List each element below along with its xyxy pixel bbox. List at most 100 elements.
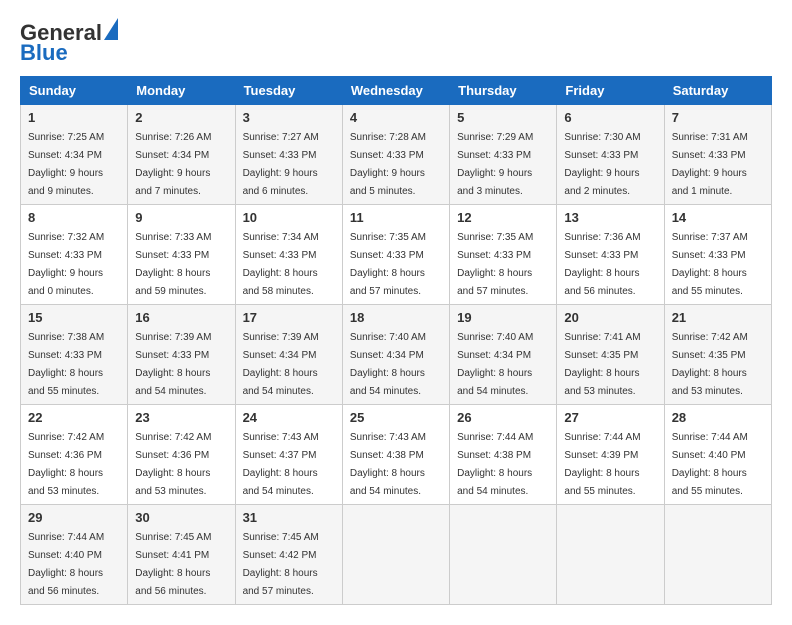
day-info: Sunrise: 7:44 AMSunset: 4:38 PMDaylight:… <box>457 432 533 497</box>
day-number: 22 <box>28 410 120 425</box>
calendar-cell: 5 Sunrise: 7:29 AMSunset: 4:33 PMDayligh… <box>450 105 557 205</box>
col-header-saturday: Saturday <box>664 77 771 105</box>
day-number: 6 <box>564 110 656 125</box>
day-number: 7 <box>672 110 764 125</box>
day-info: Sunrise: 7:42 AMSunset: 4:36 PMDaylight:… <box>135 432 211 497</box>
page-header: General Blue <box>20 20 772 66</box>
logo-blue: Blue <box>20 40 68 66</box>
calendar-cell <box>450 505 557 605</box>
day-number: 16 <box>135 310 227 325</box>
day-info: Sunrise: 7:35 AMSunset: 4:33 PMDaylight:… <box>350 232 426 297</box>
day-info: Sunrise: 7:41 AMSunset: 4:35 PMDaylight:… <box>564 332 640 397</box>
day-info: Sunrise: 7:25 AMSunset: 4:34 PMDaylight:… <box>28 132 104 197</box>
day-number: 17 <box>243 310 335 325</box>
calendar-cell: 15 Sunrise: 7:38 AMSunset: 4:33 PMDaylig… <box>21 305 128 405</box>
day-info: Sunrise: 7:39 AMSunset: 4:34 PMDaylight:… <box>243 332 319 397</box>
day-number: 24 <box>243 410 335 425</box>
col-header-sunday: Sunday <box>21 77 128 105</box>
calendar-cell: 12 Sunrise: 7:35 AMSunset: 4:33 PMDaylig… <box>450 205 557 305</box>
day-number: 4 <box>350 110 442 125</box>
col-header-wednesday: Wednesday <box>342 77 449 105</box>
day-number: 12 <box>457 210 549 225</box>
day-number: 30 <box>135 510 227 525</box>
day-number: 29 <box>28 510 120 525</box>
calendar-cell: 16 Sunrise: 7:39 AMSunset: 4:33 PMDaylig… <box>128 305 235 405</box>
calendar-cell: 24 Sunrise: 7:43 AMSunset: 4:37 PMDaylig… <box>235 405 342 505</box>
col-header-tuesday: Tuesday <box>235 77 342 105</box>
calendar-cell: 31 Sunrise: 7:45 AMSunset: 4:42 PMDaylig… <box>235 505 342 605</box>
day-info: Sunrise: 7:29 AMSunset: 4:33 PMDaylight:… <box>457 132 533 197</box>
calendar-cell: 4 Sunrise: 7:28 AMSunset: 4:33 PMDayligh… <box>342 105 449 205</box>
day-number: 26 <box>457 410 549 425</box>
calendar-cell: 14 Sunrise: 7:37 AMSunset: 4:33 PMDaylig… <box>664 205 771 305</box>
day-info: Sunrise: 7:34 AMSunset: 4:33 PMDaylight:… <box>243 232 319 297</box>
calendar-cell <box>664 505 771 605</box>
day-info: Sunrise: 7:39 AMSunset: 4:33 PMDaylight:… <box>135 332 211 397</box>
day-info: Sunrise: 7:44 AMSunset: 4:39 PMDaylight:… <box>564 432 640 497</box>
day-info: Sunrise: 7:28 AMSunset: 4:33 PMDaylight:… <box>350 132 426 197</box>
calendar-cell: 18 Sunrise: 7:40 AMSunset: 4:34 PMDaylig… <box>342 305 449 405</box>
calendar-cell: 19 Sunrise: 7:40 AMSunset: 4:34 PMDaylig… <box>450 305 557 405</box>
calendar-cell: 2 Sunrise: 7:26 AMSunset: 4:34 PMDayligh… <box>128 105 235 205</box>
calendar-cell: 23 Sunrise: 7:42 AMSunset: 4:36 PMDaylig… <box>128 405 235 505</box>
day-info: Sunrise: 7:43 AMSunset: 4:38 PMDaylight:… <box>350 432 426 497</box>
day-number: 21 <box>672 310 764 325</box>
day-info: Sunrise: 7:42 AMSunset: 4:36 PMDaylight:… <box>28 432 104 497</box>
day-info: Sunrise: 7:26 AMSunset: 4:34 PMDaylight:… <box>135 132 211 197</box>
calendar-cell: 8 Sunrise: 7:32 AMSunset: 4:33 PMDayligh… <box>21 205 128 305</box>
day-number: 20 <box>564 310 656 325</box>
logo: General Blue <box>20 20 118 66</box>
day-info: Sunrise: 7:38 AMSunset: 4:33 PMDaylight:… <box>28 332 104 397</box>
calendar-cell: 3 Sunrise: 7:27 AMSunset: 4:33 PMDayligh… <box>235 105 342 205</box>
calendar-cell <box>342 505 449 605</box>
day-number: 31 <box>243 510 335 525</box>
day-number: 27 <box>564 410 656 425</box>
day-info: Sunrise: 7:37 AMSunset: 4:33 PMDaylight:… <box>672 232 748 297</box>
calendar-cell: 30 Sunrise: 7:45 AMSunset: 4:41 PMDaylig… <box>128 505 235 605</box>
day-info: Sunrise: 7:44 AMSunset: 4:40 PMDaylight:… <box>672 432 748 497</box>
calendar-cell: 7 Sunrise: 7:31 AMSunset: 4:33 PMDayligh… <box>664 105 771 205</box>
calendar-cell: 28 Sunrise: 7:44 AMSunset: 4:40 PMDaylig… <box>664 405 771 505</box>
calendar-table: SundayMondayTuesdayWednesdayThursdayFrid… <box>20 76 772 605</box>
calendar-cell: 1 Sunrise: 7:25 AMSunset: 4:34 PMDayligh… <box>21 105 128 205</box>
day-number: 9 <box>135 210 227 225</box>
day-number: 3 <box>243 110 335 125</box>
calendar-cell: 29 Sunrise: 7:44 AMSunset: 4:40 PMDaylig… <box>21 505 128 605</box>
calendar-cell: 27 Sunrise: 7:44 AMSunset: 4:39 PMDaylig… <box>557 405 664 505</box>
day-info: Sunrise: 7:43 AMSunset: 4:37 PMDaylight:… <box>243 432 319 497</box>
calendar-cell: 25 Sunrise: 7:43 AMSunset: 4:38 PMDaylig… <box>342 405 449 505</box>
day-info: Sunrise: 7:40 AMSunset: 4:34 PMDaylight:… <box>350 332 426 397</box>
day-number: 18 <box>350 310 442 325</box>
day-number: 19 <box>457 310 549 325</box>
day-info: Sunrise: 7:31 AMSunset: 4:33 PMDaylight:… <box>672 132 748 197</box>
day-info: Sunrise: 7:32 AMSunset: 4:33 PMDaylight:… <box>28 232 104 297</box>
col-header-thursday: Thursday <box>450 77 557 105</box>
day-info: Sunrise: 7:33 AMSunset: 4:33 PMDaylight:… <box>135 232 211 297</box>
calendar-cell: 6 Sunrise: 7:30 AMSunset: 4:33 PMDayligh… <box>557 105 664 205</box>
calendar-cell: 21 Sunrise: 7:42 AMSunset: 4:35 PMDaylig… <box>664 305 771 405</box>
calendar-cell: 10 Sunrise: 7:34 AMSunset: 4:33 PMDaylig… <box>235 205 342 305</box>
day-info: Sunrise: 7:36 AMSunset: 4:33 PMDaylight:… <box>564 232 640 297</box>
day-number: 25 <box>350 410 442 425</box>
day-info: Sunrise: 7:45 AMSunset: 4:41 PMDaylight:… <box>135 532 211 597</box>
col-header-friday: Friday <box>557 77 664 105</box>
day-number: 1 <box>28 110 120 125</box>
calendar-cell: 17 Sunrise: 7:39 AMSunset: 4:34 PMDaylig… <box>235 305 342 405</box>
day-info: Sunrise: 7:40 AMSunset: 4:34 PMDaylight:… <box>457 332 533 397</box>
day-number: 14 <box>672 210 764 225</box>
calendar-cell: 26 Sunrise: 7:44 AMSunset: 4:38 PMDaylig… <box>450 405 557 505</box>
day-number: 13 <box>564 210 656 225</box>
calendar-cell: 13 Sunrise: 7:36 AMSunset: 4:33 PMDaylig… <box>557 205 664 305</box>
day-info: Sunrise: 7:27 AMSunset: 4:33 PMDaylight:… <box>243 132 319 197</box>
day-number: 15 <box>28 310 120 325</box>
day-number: 11 <box>350 210 442 225</box>
day-number: 5 <box>457 110 549 125</box>
day-number: 28 <box>672 410 764 425</box>
calendar-cell: 11 Sunrise: 7:35 AMSunset: 4:33 PMDaylig… <box>342 205 449 305</box>
day-number: 2 <box>135 110 227 125</box>
calendar-cell: 20 Sunrise: 7:41 AMSunset: 4:35 PMDaylig… <box>557 305 664 405</box>
day-info: Sunrise: 7:30 AMSunset: 4:33 PMDaylight:… <box>564 132 640 197</box>
day-number: 8 <box>28 210 120 225</box>
day-number: 10 <box>243 210 335 225</box>
calendar-cell: 9 Sunrise: 7:33 AMSunset: 4:33 PMDayligh… <box>128 205 235 305</box>
